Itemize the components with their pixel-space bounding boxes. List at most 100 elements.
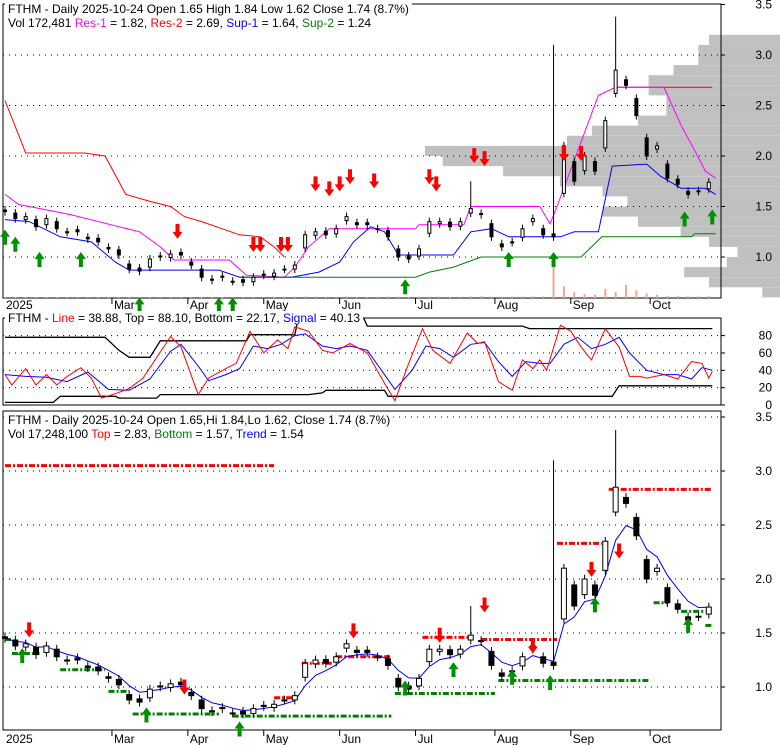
candle bbox=[323, 227, 328, 239]
candle bbox=[199, 265, 204, 282]
candle bbox=[34, 215, 39, 231]
candle-body-down bbox=[199, 268, 204, 278]
candle-body-up bbox=[417, 248, 421, 257]
candles bbox=[2, 429, 712, 719]
candle-body-down bbox=[550, 661, 557, 666]
candle-body-up bbox=[613, 69, 618, 94]
volume-profile-bar bbox=[709, 277, 780, 288]
buy-arrow-icon bbox=[234, 721, 245, 737]
legend-label-bottom: Bottom bbox=[154, 427, 192, 441]
candle-body-down bbox=[241, 279, 246, 283]
candle-body-up bbox=[437, 221, 442, 225]
price-panel-trend: 1.0 1.5 2.0 2.5 3.0 3.5 2025 Mar Apr May Jun Jul Aug… bbox=[2, 410, 772, 745]
candle bbox=[53, 644, 60, 662]
candle bbox=[312, 655, 319, 669]
candle bbox=[303, 230, 308, 252]
candle bbox=[272, 269, 277, 281]
legend-value-trend: 1.54 bbox=[280, 427, 304, 441]
header-legend: Vol 17,248,100 Top = 2.83, Bottom = 1.57… bbox=[8, 427, 304, 441]
candle bbox=[540, 652, 547, 668]
candle-body-up bbox=[303, 234, 308, 249]
candle bbox=[43, 641, 50, 657]
candle bbox=[250, 704, 257, 718]
x-tick-label: Oct bbox=[652, 298, 671, 312]
volume-bar bbox=[562, 286, 565, 298]
x-tick-label: May bbox=[266, 298, 289, 312]
volume-profile-bar bbox=[602, 206, 780, 217]
candle bbox=[530, 214, 535, 226]
candle-body-down bbox=[643, 559, 650, 580]
candle-body-down bbox=[674, 603, 681, 610]
legend-value-line: 38.88 bbox=[88, 311, 118, 325]
volume-profile-bar bbox=[425, 145, 780, 156]
legend-label-sup-2: Sup-2 bbox=[302, 16, 334, 30]
candle bbox=[644, 133, 649, 161]
volume-bar bbox=[521, 296, 524, 298]
volume-profile-bar bbox=[680, 226, 780, 237]
y-tick-label: 20 bbox=[759, 381, 773, 395]
candle-body-up bbox=[612, 486, 619, 513]
candle-body-down bbox=[541, 228, 546, 236]
candle bbox=[489, 219, 494, 241]
candle-body-down bbox=[116, 249, 121, 256]
volume-bar bbox=[242, 297, 245, 298]
candle-body-down bbox=[624, 79, 628, 86]
candle-body-down bbox=[447, 649, 454, 656]
legend-value-top: 88.10 bbox=[158, 311, 188, 325]
candle bbox=[602, 536, 609, 575]
candle bbox=[468, 181, 473, 218]
volume-profile-bar bbox=[638, 115, 780, 126]
candle bbox=[3, 206, 7, 216]
candle bbox=[395, 674, 402, 692]
candle bbox=[75, 225, 80, 236]
y-tick-label: 3.0 bbox=[755, 48, 772, 62]
candle-body-down bbox=[126, 694, 133, 701]
candle bbox=[612, 429, 619, 517]
candle-body-down bbox=[364, 649, 371, 653]
candle-body-down bbox=[395, 677, 402, 688]
x-tick-label: Jun bbox=[342, 298, 361, 312]
volume-profile-bar bbox=[442, 156, 780, 167]
candle-body-up bbox=[168, 253, 173, 259]
candle-body-down bbox=[499, 243, 504, 248]
line-res-2 bbox=[4, 100, 285, 258]
volume-label: Vol 172,481 bbox=[8, 16, 72, 30]
x-tick-label: Aug bbox=[497, 732, 518, 745]
candle bbox=[65, 227, 70, 237]
panel-frame bbox=[2, 317, 722, 406]
candle-body-up bbox=[282, 268, 287, 271]
volume-bar bbox=[324, 296, 327, 298]
sell-arrow-icon bbox=[348, 623, 359, 639]
candle bbox=[136, 694, 143, 707]
candle-body-down bbox=[686, 190, 691, 195]
sell-arrow-icon bbox=[345, 169, 355, 185]
volume-bar bbox=[262, 297, 265, 298]
x-tick-label: Apr bbox=[190, 298, 209, 312]
candle-body-up bbox=[705, 606, 712, 615]
sell-arrow-icon bbox=[282, 236, 293, 252]
x-tick-label: May bbox=[266, 732, 289, 745]
candle-body-up bbox=[344, 216, 349, 222]
candle bbox=[674, 599, 681, 614]
candle bbox=[178, 248, 183, 260]
candle bbox=[96, 234, 101, 246]
candle bbox=[261, 270, 266, 280]
buy-arrow-icon bbox=[0, 229, 10, 245]
title-prefix: FTHM - bbox=[8, 311, 52, 325]
x-tick-label: Apr bbox=[190, 732, 209, 745]
buy-arrow-icon bbox=[503, 251, 514, 267]
legend-label-line: Line bbox=[52, 311, 75, 325]
x-tick-label: Oct bbox=[652, 732, 671, 745]
legend-label-res-2: Res-2 bbox=[150, 16, 182, 30]
volume-bar bbox=[438, 296, 441, 298]
header-title: FTHM - Daily 2025-10-24 Open 1.65,Hi 1.8… bbox=[8, 413, 390, 427]
x-tick-label: Mar bbox=[114, 298, 135, 312]
candle bbox=[322, 655, 329, 668]
x-tick-label: Jul bbox=[418, 298, 433, 312]
candle-body-up bbox=[22, 643, 29, 648]
candle-body-down bbox=[448, 221, 453, 228]
candle bbox=[313, 227, 318, 240]
candle-body-up bbox=[519, 656, 526, 667]
volume-bar bbox=[604, 288, 607, 298]
y-tick-label: 40 bbox=[759, 363, 773, 377]
